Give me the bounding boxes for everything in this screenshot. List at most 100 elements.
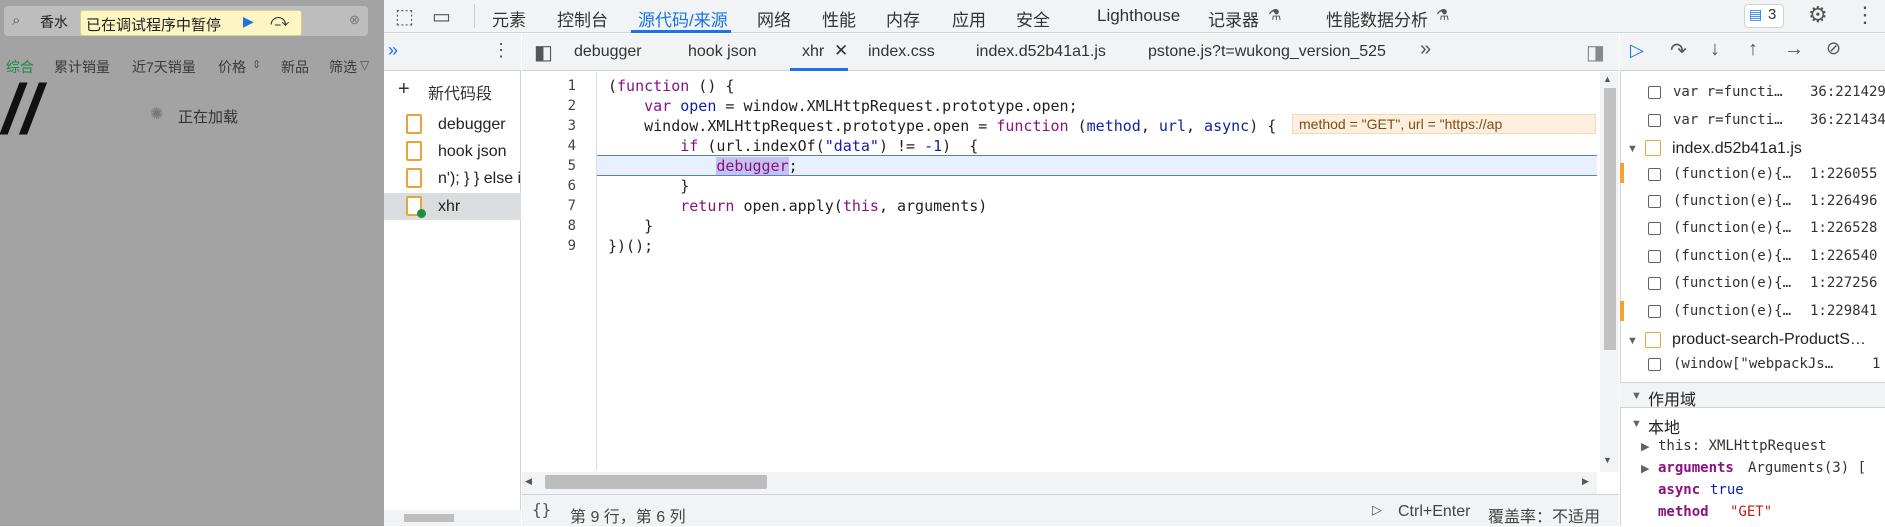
tab-security[interactable]: 安全 xyxy=(1016,6,1050,31)
step-into-icon[interactable]: ↓ xyxy=(1710,38,1720,61)
tab-file-index-js[interactable]: index.d52b41a1.js xyxy=(976,43,1106,61)
nav-file-hook-json[interactable]: hook json xyxy=(438,143,507,161)
tab-memory[interactable]: 内存 xyxy=(886,6,920,31)
flask-icon: ⚗ xyxy=(1268,7,1282,24)
tab-recorder[interactable]: 记录器 xyxy=(1208,6,1259,31)
tab-price[interactable]: 价格 xyxy=(218,57,246,77)
breakpoint-code: var r=functi… xyxy=(1673,84,1783,100)
code-line: window.XMLHttpRequest.prototype.open = f… xyxy=(608,117,1277,135)
tab-file-index-css[interactable]: index.css xyxy=(868,43,935,61)
breakpoint-checkbox[interactable] xyxy=(1648,305,1661,318)
collapse-arrow-icon[interactable]: ▼ xyxy=(1631,418,1642,430)
breakpoint-checkbox[interactable] xyxy=(1648,114,1661,127)
scroll-down-icon[interactable]: ▼ xyxy=(1603,455,1612,465)
expand-arrow-icon[interactable]: ▶ xyxy=(1641,440,1649,453)
search-icon: ⌕ xyxy=(12,12,21,29)
tab-file-hook-json[interactable]: hook json xyxy=(688,43,757,61)
deactivate-breakpoints-icon[interactable]: ⊘ xyxy=(1826,38,1841,59)
tab-elements[interactable]: 元素 xyxy=(492,6,526,31)
breakpoint-location: 1:226055 xyxy=(1810,166,1878,182)
scroll-left-icon[interactable]: ◀ xyxy=(525,476,532,487)
issues-icon: ▤ xyxy=(1749,6,1763,22)
tab-performance-insights[interactable]: 性能数据分析 xyxy=(1326,6,1428,31)
step-out-icon[interactable]: ↑ xyxy=(1748,38,1758,61)
breakpoint-checkbox[interactable] xyxy=(1648,168,1661,181)
resume-icon[interactable]: ▶︎ xyxy=(243,13,254,30)
run-snippet-icon[interactable]: ▷ xyxy=(1372,502,1382,518)
breakpoint-checkbox[interactable] xyxy=(1648,195,1661,208)
line-number[interactable]: 5 xyxy=(540,158,576,174)
search-input[interactable]: 香水 xyxy=(40,12,68,32)
horizontal-scrollbar-thumb[interactable] xyxy=(545,475,767,489)
line-number[interactable]: 8 xyxy=(540,218,576,234)
scope-arguments-label[interactable]: arguments xyxy=(1658,460,1734,476)
breakpoint-checkbox[interactable] xyxy=(1648,277,1661,290)
scroll-up-icon[interactable]: ▲ xyxy=(1603,74,1612,84)
step-over-icon[interactable]: ⤼ xyxy=(270,10,289,31)
tab-7day-sales[interactable]: 近7天销量 xyxy=(132,57,196,77)
breakpoint-location: 1:226496 xyxy=(1810,193,1878,209)
tab-new[interactable]: 新品 xyxy=(281,57,309,77)
line-number[interactable]: 3 xyxy=(540,118,576,134)
collapse-arrow-icon[interactable]: ▼ xyxy=(1627,143,1638,155)
inspect-element-icon[interactable]: ⬚ xyxy=(395,4,414,29)
device-toolbar-icon[interactable]: ▭ xyxy=(432,4,451,29)
tab-lighthouse[interactable]: Lighthouse xyxy=(1097,6,1180,26)
nav-file-debugger[interactable]: debugger xyxy=(438,116,506,134)
tab-cumulative-sales[interactable]: 累计销量 xyxy=(54,57,110,77)
breakpoint-checkbox[interactable] xyxy=(1648,358,1661,371)
sort-icon: ⇕ xyxy=(252,59,262,71)
line-number[interactable]: 7 xyxy=(540,198,576,214)
nav-scrollbar-thumb[interactable] xyxy=(404,514,454,522)
nav-file-xhr[interactable]: xhr xyxy=(438,198,460,216)
pretty-print-icon[interactable]: {} xyxy=(532,500,551,519)
tab-performance[interactable]: 性能 xyxy=(822,6,856,31)
nav-file-snippet[interactable]: n'); } } else i xyxy=(438,170,520,188)
line-number[interactable]: 1 xyxy=(540,78,576,94)
expand-sidebar-icon[interactable]: » xyxy=(388,40,398,61)
tab-file-debugger[interactable]: debugger xyxy=(574,43,642,61)
resume-icon[interactable]: ▷ xyxy=(1630,40,1644,61)
line-number[interactable]: 6 xyxy=(540,178,576,194)
tab-console[interactable]: 控制台 xyxy=(557,6,608,31)
tab-file-pstone-js[interactable]: pstone.js?t=wukong_version_525 xyxy=(1148,43,1386,61)
line-number[interactable]: 4 xyxy=(540,138,576,154)
toggle-navigator-icon[interactable]: ◧ xyxy=(534,40,553,65)
breakpoint-file-name[interactable]: index.d52b41a1.js xyxy=(1672,140,1802,158)
settings-gear-icon[interactable]: ⚙ xyxy=(1808,2,1828,28)
navigator-more-icon[interactable]: ⋮ xyxy=(492,40,510,61)
breakpoint-marker xyxy=(1620,301,1624,321)
more-tabs-icon[interactable]: » xyxy=(1420,38,1431,61)
line-number[interactable]: 9 xyxy=(540,238,576,254)
toggle-debugger-icon[interactable]: ◨ xyxy=(1586,40,1605,65)
new-snippet-button[interactable]: 新代码段 xyxy=(428,80,492,104)
step-icon[interactable]: → xyxy=(1784,38,1804,61)
scroll-right-icon[interactable]: ▶ xyxy=(1582,476,1589,487)
breakpoint-checkbox[interactable] xyxy=(1648,222,1661,235)
step-over-icon[interactable]: ↷ xyxy=(1670,38,1687,63)
file-icon xyxy=(406,168,422,188)
tab-network[interactable]: 网络 xyxy=(757,6,791,31)
collapse-arrow-icon[interactable]: ▼ xyxy=(1631,390,1642,402)
vertical-scrollbar-thumb[interactable] xyxy=(1604,88,1616,350)
line-number[interactable]: 2 xyxy=(540,98,576,114)
clear-icon[interactable]: ⊗ xyxy=(349,12,360,28)
collapse-arrow-icon[interactable]: ▼ xyxy=(1627,335,1638,347)
tab-application[interactable]: 应用 xyxy=(952,6,986,31)
file-navigator xyxy=(384,34,521,526)
tab-sources[interactable]: 源代码/来源 xyxy=(638,6,728,31)
paused-banner-text: 已在调试程序中暂停 xyxy=(86,17,222,34)
breakpoint-location: 1:226528 xyxy=(1810,220,1878,236)
code-line: })(); xyxy=(608,237,654,255)
breakpoint-checkbox[interactable] xyxy=(1648,86,1661,99)
breakpoint-checkbox[interactable] xyxy=(1648,250,1661,263)
tab-file-xhr[interactable]: xhr xyxy=(802,43,824,61)
breakpoint-file-name[interactable]: product-search-ProductS… xyxy=(1672,331,1877,349)
more-options-icon[interactable]: ⋮ xyxy=(1854,2,1876,28)
tab-filter[interactable]: 筛选 xyxy=(329,57,357,77)
add-snippet-icon[interactable]: + xyxy=(398,78,410,101)
inline-variable-values: method = "GET", url = "https://ap xyxy=(1292,114,1596,134)
expand-arrow-icon[interactable]: ▶ xyxy=(1641,462,1649,475)
scope-this[interactable]: this: XMLHttpRequest xyxy=(1658,438,1827,454)
close-tab-icon[interactable]: ✕ xyxy=(834,41,848,61)
